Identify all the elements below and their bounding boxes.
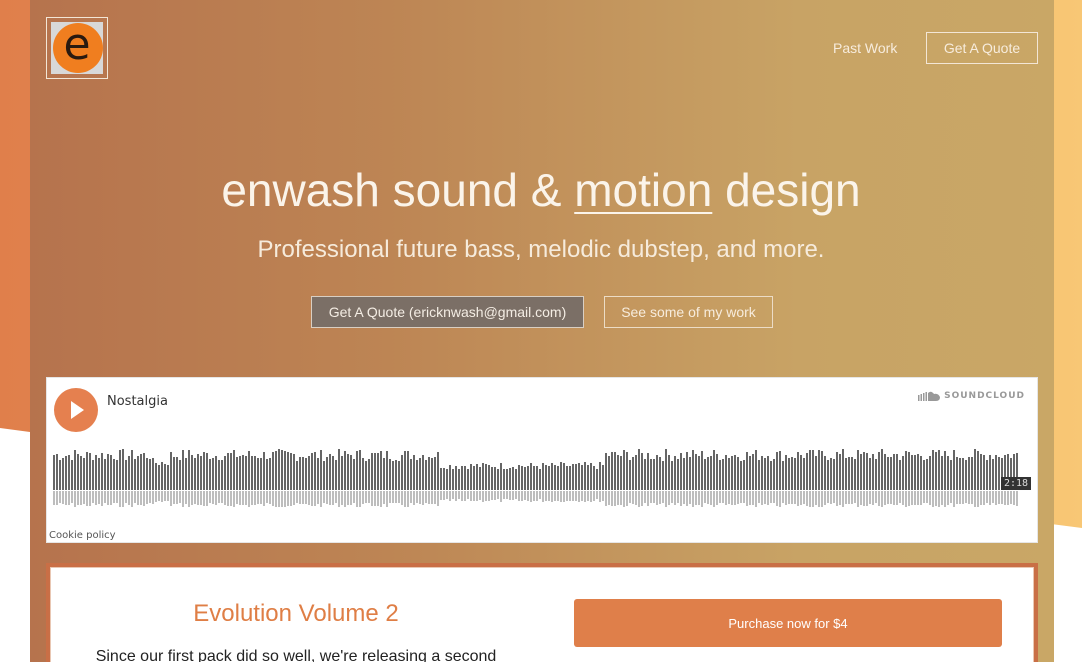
play-button[interactable] [54,388,98,432]
product-card: Evolution Volume 2 Since our first pack … [46,563,1038,662]
product-description: Since our first pack did so well, we're … [95,648,497,662]
nav-get-quote-button[interactable]: Get A Quote [926,32,1038,64]
cloud-icon [918,391,941,401]
get-quote-email-button[interactable]: Get A Quote (ericknwash@gmail.com) [311,296,584,328]
logo-icon: e [51,22,103,74]
hero-subtitle: Professional future bass, melodic dubste… [257,236,825,263]
play-icon [71,401,84,419]
purchase-button[interactable]: Purchase now for $4 [574,599,1002,647]
site-logo[interactable]: e [46,17,108,79]
track-title[interactable]: Nostalgia [107,394,168,409]
hero-title-start: enwash sound & [221,164,575,216]
hero-title-emphasis: motion [574,164,713,216]
track-duration: 2:18 [1001,477,1032,490]
hero-title: enwash sound & motion design [0,163,1082,217]
see-work-button[interactable]: See some of my work [604,296,773,328]
soundcloud-player: Nostalgia SOUNDCLOUD 2:18 Cookie policy [46,377,1038,543]
nav-past-work-link[interactable]: Past Work [833,40,897,56]
cookie-policy-link[interactable]: Cookie policy [49,530,116,541]
waveform[interactable] [53,438,1023,514]
soundcloud-logo[interactable]: SOUNDCLOUD [918,391,1025,401]
soundcloud-label: SOUNDCLOUD [944,391,1025,401]
product-title: Evolution Volume 2 [193,600,399,627]
hero-title-end: design [712,164,861,216]
